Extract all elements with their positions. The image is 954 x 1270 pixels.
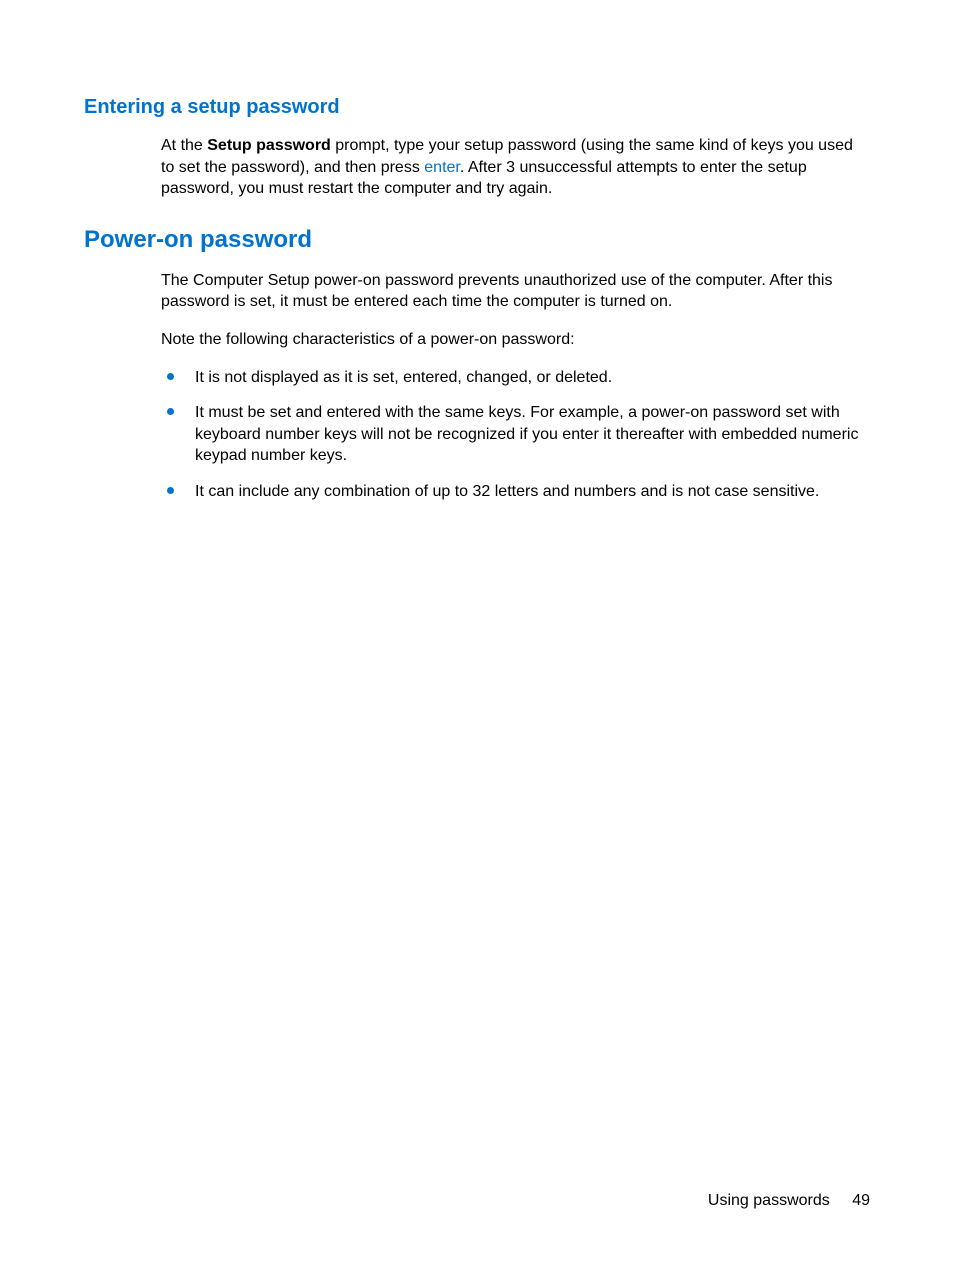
page-footer: Using passwords 49 bbox=[708, 1192, 870, 1210]
list-item: It must be set and entered with the same… bbox=[161, 402, 870, 467]
footer-section-title: Using passwords bbox=[708, 1192, 830, 1209]
section1-body: At the Setup password prompt, type your … bbox=[161, 135, 870, 200]
section1-para: At the Setup password prompt, type your … bbox=[161, 135, 870, 200]
list-item: It can include any combination of up to … bbox=[161, 481, 870, 503]
bullet-list: It is not displayed as it is set, entere… bbox=[161, 367, 870, 503]
section2-body: The Computer Setup power-on password pre… bbox=[161, 270, 870, 503]
footer-page-number: 49 bbox=[852, 1192, 870, 1209]
power-on-password-heading: Power-on password bbox=[84, 226, 870, 254]
enter-link[interactable]: enter bbox=[424, 159, 460, 176]
section2-para2: Note the following characteristics of a … bbox=[161, 329, 870, 351]
list-item: It is not displayed as it is set, entere… bbox=[161, 367, 870, 389]
text-fragment: At the bbox=[161, 137, 207, 154]
section2-para1: The Computer Setup power-on password pre… bbox=[161, 270, 870, 313]
setup-password-bold: Setup password bbox=[207, 137, 331, 154]
entering-setup-password-heading: Entering a setup password bbox=[84, 96, 870, 119]
